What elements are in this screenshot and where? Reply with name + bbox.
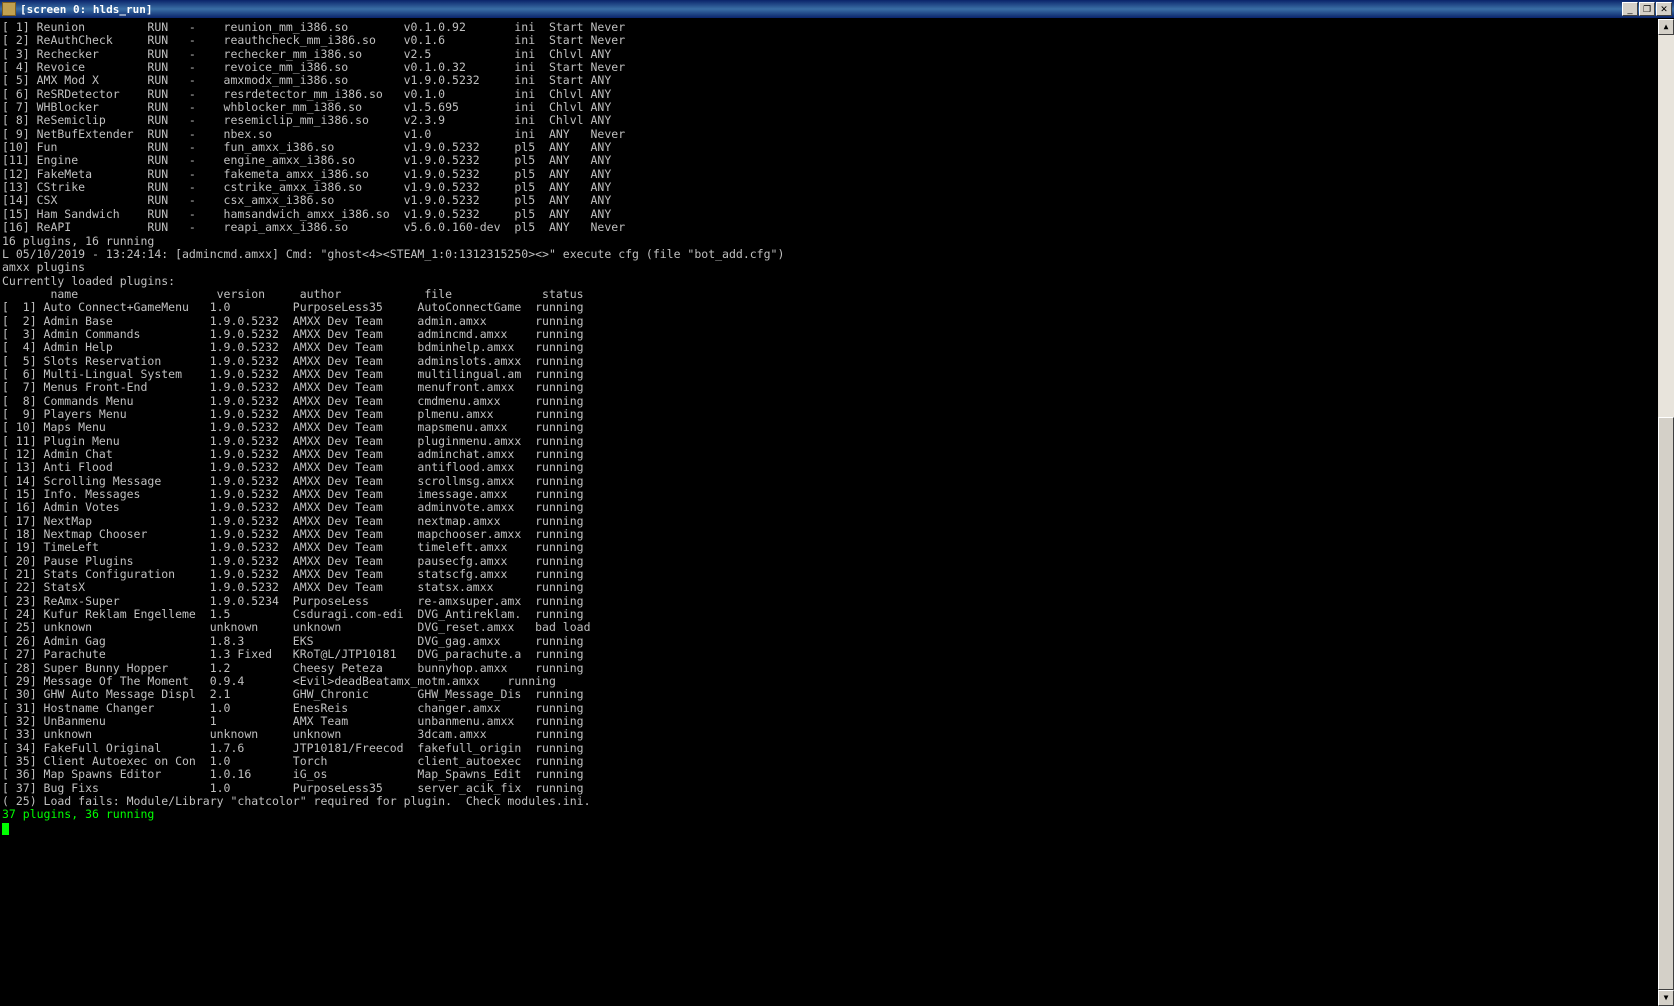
amxx-plugin-row: [ 24] Kufur Reklam Engelleme 1.5 Csdurag… — [2, 608, 1672, 621]
load-fail-line: ( 25) Load fails: Module/Library "chatco… — [2, 795, 1672, 808]
meta-plugin-row: [15] Ham Sandwich RUN - hamsandwich_amxx… — [2, 208, 1672, 221]
scroll-down-button[interactable]: ▼ — [1658, 990, 1674, 1006]
amxx-plugin-row: [ 7] Menus Front-End 1.9.0.5232 AMXX Dev… — [2, 381, 1672, 394]
amxx-plugin-row: [ 17] NextMap 1.9.0.5232 AMXX Dev Team n… — [2, 515, 1672, 528]
meta-plugin-row: [12] FakeMeta RUN - fakemeta_amxx_i386.s… — [2, 168, 1672, 181]
amxx-plugin-row: [ 2] Admin Base 1.9.0.5232 AMXX Dev Team… — [2, 315, 1672, 328]
amxx-plugin-row: [ 1] Auto Connect+GameMenu 1.0 PurposeLe… — [2, 301, 1672, 314]
amxx-plugin-row: [ 33] unknown unknown unknown 3dcam.amxx… — [2, 728, 1672, 741]
amxx-plugin-row: [ 12] Admin Chat 1.9.0.5232 AMXX Dev Tea… — [2, 448, 1672, 461]
amxx-plugin-row: [ 21] Stats Configuration 1.9.0.5232 AMX… — [2, 568, 1672, 581]
vertical-scrollbar[interactable]: ▲ ▼ — [1658, 19, 1674, 1006]
amxx-plugin-row: [ 32] UnBanmenu 1 AMX Team unbanmenu.amx… — [2, 715, 1672, 728]
amxx-column-header: name version author file status — [2, 288, 1672, 301]
amxx-plugin-row: [ 8] Commands Menu 1.9.0.5232 AMXX Dev T… — [2, 395, 1672, 408]
amxx-plugin-row: [ 28] Super Bunny Hopper 1.2 Cheesy Pete… — [2, 662, 1672, 675]
amxx-command: amxx plugins — [2, 261, 1672, 274]
amxx-plugin-row: [ 27] Parachute 1.3 Fixed KRoT@L/JTP1018… — [2, 648, 1672, 661]
terminal-output[interactable]: [ 1] Reunion RUN - reunion_mm_i386.so v0… — [0, 19, 1674, 1006]
amxx-plugin-row: [ 16] Admin Votes 1.9.0.5232 AMXX Dev Te… — [2, 501, 1672, 514]
amxx-plugin-row: [ 13] Anti Flood 1.9.0.5232 AMXX Dev Tea… — [2, 461, 1672, 474]
close-button[interactable]: ✕ — [1656, 2, 1672, 16]
amxx-plugin-row: [ 15] Info. Messages 1.9.0.5232 AMXX Dev… — [2, 488, 1672, 501]
amxx-summary: 37 plugins, 36 running — [2, 808, 1672, 821]
meta-plugin-row: [10] Fun RUN - fun_amxx_i386.so v1.9.0.5… — [2, 141, 1672, 154]
scroll-thumb[interactable] — [1658, 417, 1674, 990]
prompt-line[interactable] — [2, 822, 1672, 835]
amxx-plugin-row: [ 20] Pause Plugins 1.9.0.5232 AMXX Dev … — [2, 555, 1672, 568]
amxx-plugin-row: [ 23] ReAmx-Super 1.9.0.5234 PurposeLess… — [2, 595, 1672, 608]
amxx-plugin-row: [ 36] Map Spawns Editor 1.0.16 iG_os Map… — [2, 768, 1672, 781]
meta-plugin-row: [13] CStrike RUN - cstrike_amxx_i386.so … — [2, 181, 1672, 194]
meta-plugin-row: [16] ReAPI RUN - reapi_amxx_i386.so v5.6… — [2, 221, 1672, 234]
amxx-plugin-row: [ 22] StatsX 1.9.0.5232 AMXX Dev Team st… — [2, 581, 1672, 594]
window-titlebar: [screen 0: hlds_run] _ ❐ ✕ — [0, 0, 1674, 19]
meta-plugin-row: [ 5] AMX Mod X RUN - amxmodx_mm_i386.so … — [2, 74, 1672, 87]
meta-plugin-row: [ 1] Reunion RUN - reunion_mm_i386.so v0… — [2, 21, 1672, 34]
amxx-plugin-row: [ 10] Maps Menu 1.9.0.5232 AMXX Dev Team… — [2, 421, 1672, 434]
amxx-plugin-row: [ 3] Admin Commands 1.9.0.5232 AMXX Dev … — [2, 328, 1672, 341]
putty-icon — [2, 2, 16, 16]
scroll-track[interactable] — [1658, 35, 1674, 990]
amxx-plugin-row: [ 29] Message Of The Moment 0.9.4 <Evil>… — [2, 675, 1672, 688]
amxx-loaded-header: Currently loaded plugins: — [2, 275, 1672, 288]
meta-plugin-row: [ 2] ReAuthCheck RUN - reauthcheck_mm_i3… — [2, 34, 1672, 47]
log-line: L 05/10/2019 - 13:24:14: [admincmd.amxx]… — [2, 248, 1672, 261]
scroll-up-button[interactable]: ▲ — [1658, 19, 1674, 35]
amxx-plugin-row: [ 37] Bug Fixs 1.0 PurposeLess35 server_… — [2, 782, 1672, 795]
meta-plugin-row: [ 3] Rechecker RUN - rechecker_mm_i386.s… — [2, 48, 1672, 61]
meta-plugin-row: [ 8] ReSemiclip RUN - resemiclip_mm_i386… — [2, 114, 1672, 127]
maximize-button[interactable]: ❐ — [1639, 2, 1655, 16]
amxx-plugin-row: [ 34] FakeFull Original 1.7.6 JTP10181/F… — [2, 742, 1672, 755]
meta-plugin-row: [11] Engine RUN - engine_amxx_i386.so v1… — [2, 154, 1672, 167]
cursor — [2, 823, 9, 835]
meta-plugin-row: [14] CSX RUN - csx_amxx_i386.so v1.9.0.5… — [2, 194, 1672, 207]
amxx-plugin-row: [ 6] Multi-Lingual System 1.9.0.5232 AMX… — [2, 368, 1672, 381]
amxx-plugin-row: [ 14] Scrolling Message 1.9.0.5232 AMXX … — [2, 475, 1672, 488]
amxx-plugin-row: [ 4] Admin Help 1.9.0.5232 AMXX Dev Team… — [2, 341, 1672, 354]
meta-plugin-row: [ 9] NetBufExtender RUN - nbex.so v1.0 i… — [2, 128, 1672, 141]
amxx-plugin-row: [ 26] Admin Gag 1.8.3 EKS DVG_gag.amxx r… — [2, 635, 1672, 648]
meta-plugin-row: [ 6] ReSRDetector RUN - resrdetector_mm_… — [2, 88, 1672, 101]
amxx-plugin-row: [ 31] Hostname Changer 1.0 EnesReis chan… — [2, 702, 1672, 715]
amxx-plugin-row: [ 11] Plugin Menu 1.9.0.5232 AMXX Dev Te… — [2, 435, 1672, 448]
amxx-plugin-row: [ 18] Nextmap Chooser 1.9.0.5232 AMXX De… — [2, 528, 1672, 541]
meta-plugin-row: [ 4] Revoice RUN - revoice_mm_i386.so v0… — [2, 61, 1672, 74]
amxx-plugin-row: [ 19] TimeLeft 1.9.0.5232 AMXX Dev Team … — [2, 541, 1672, 554]
amxx-plugin-row: [ 9] Players Menu 1.9.0.5232 AMXX Dev Te… — [2, 408, 1672, 421]
amxx-plugin-row: [ 35] Client Autoexec on Con 1.0 Torch c… — [2, 755, 1672, 768]
minimize-button[interactable]: _ — [1622, 2, 1638, 16]
window-title: [screen 0: hlds_run] — [20, 3, 152, 16]
meta-summary: 16 plugins, 16 running — [2, 235, 1672, 248]
meta-plugin-row: [ 7] WHBlocker RUN - whblocker_mm_i386.s… — [2, 101, 1672, 114]
amxx-plugin-row: [ 25] unknown unknown unknown DVG_reset.… — [2, 621, 1672, 634]
amxx-plugin-row: [ 30] GHW Auto Message Displ 2.1 GHW_Chr… — [2, 688, 1672, 701]
amxx-plugin-row: [ 5] Slots Reservation 1.9.0.5232 AMXX D… — [2, 355, 1672, 368]
